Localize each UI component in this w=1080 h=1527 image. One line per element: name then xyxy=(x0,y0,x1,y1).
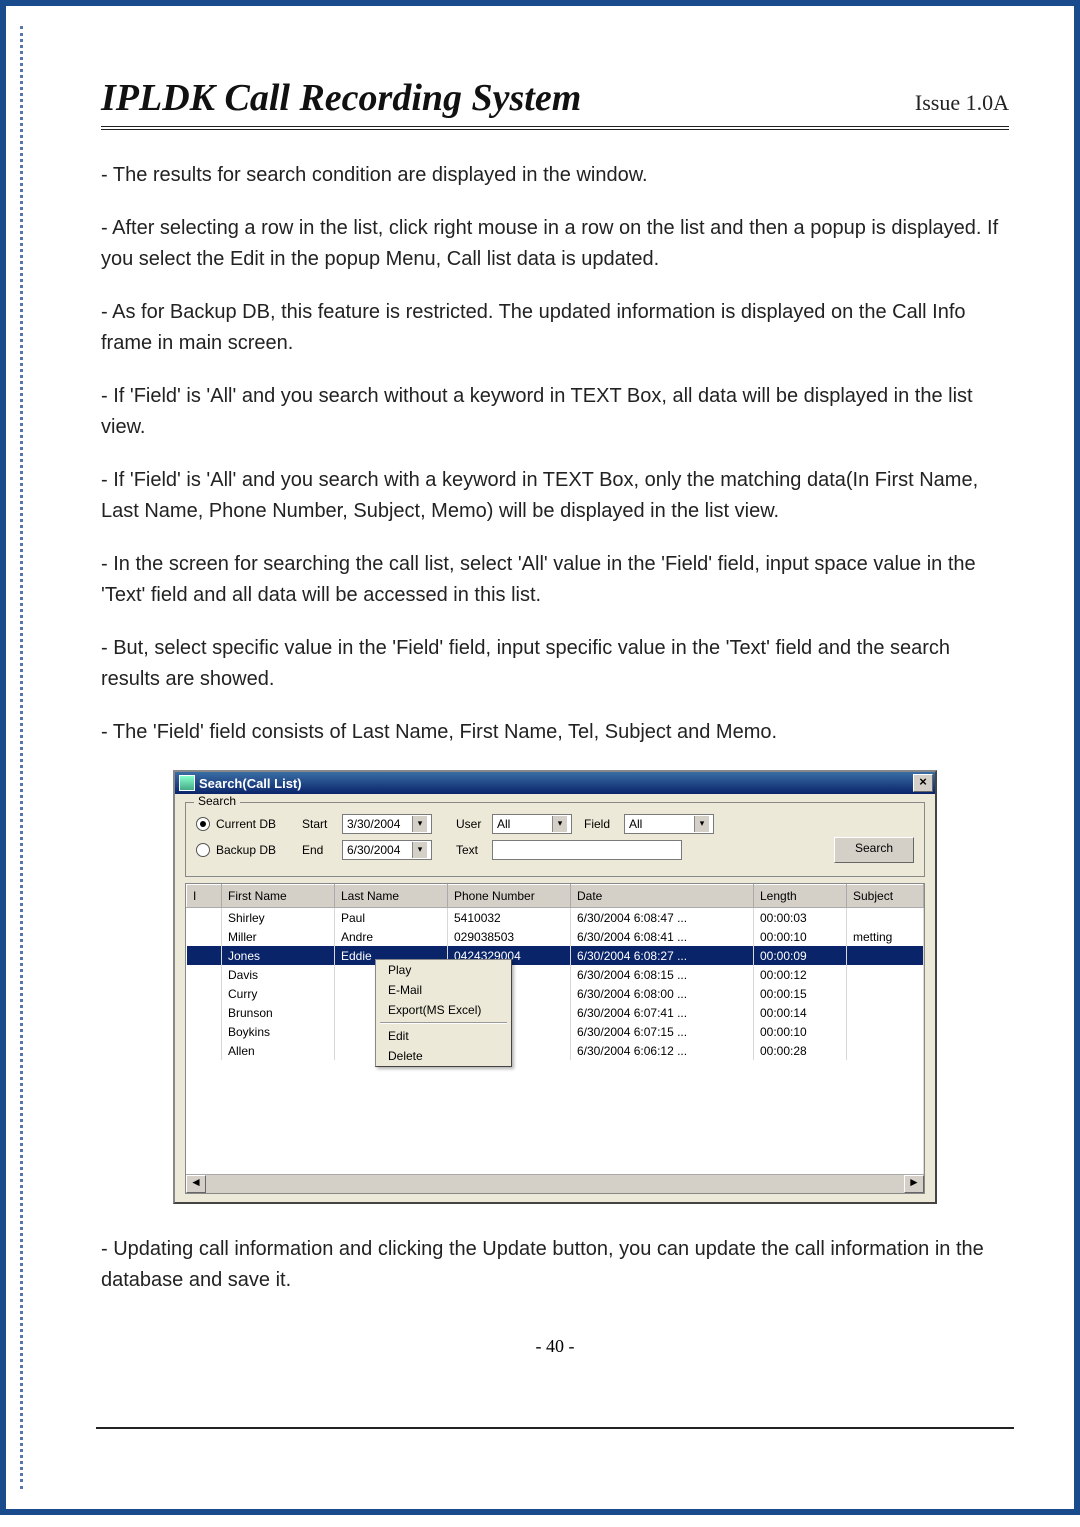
col-last-name[interactable]: Last Name xyxy=(335,885,448,908)
chevron-down-icon[interactable]: ▾ xyxy=(412,842,427,858)
chevron-down-icon[interactable]: ▾ xyxy=(412,816,427,832)
radio-current-db-label: Current DB xyxy=(216,817,296,831)
body-paragraph: - In the screen for searching the call l… xyxy=(101,549,1009,611)
menu-export[interactable]: Export(MS Excel) xyxy=(376,1000,511,1020)
table-row[interactable]: ShirleyPaul54100326/30/2004 6:08:47 ...0… xyxy=(187,908,924,928)
dialog-icon xyxy=(179,775,195,791)
footer-rule xyxy=(96,1427,1014,1429)
body-paragraph: - As for Backup DB, this feature is rest… xyxy=(101,297,1009,359)
radio-backup-db-label: Backup DB xyxy=(216,843,296,857)
context-menu[interactable]: Play E-Mail Export(MS Excel) Edit Delete xyxy=(375,959,512,1067)
scroll-left-icon[interactable]: ◄ xyxy=(186,1175,206,1193)
table-row[interactable]: MillerAndre0290385036/30/2004 6:08:41 ..… xyxy=(187,927,924,946)
menu-separator xyxy=(380,1022,507,1024)
table-row[interactable]: Boykins06/30/2004 6:07:15 ...00:00:10 xyxy=(187,1022,924,1041)
body-paragraph: - After selecting a row in the list, cli… xyxy=(101,213,1009,275)
field-label: Field xyxy=(584,817,618,831)
col-length[interactable]: Length xyxy=(754,885,847,908)
table-row[interactable]: Allen26/30/2004 6:06:12 ...00:00:28 xyxy=(187,1041,924,1060)
menu-edit[interactable]: Edit xyxy=(376,1026,511,1046)
dialog-title: Search(Call List) xyxy=(199,776,302,791)
horizontal-scrollbar[interactable]: ◄ ► xyxy=(186,1174,924,1193)
menu-delete[interactable]: Delete xyxy=(376,1046,511,1066)
col-date[interactable]: Date xyxy=(571,885,754,908)
body-paragraph: - But, select specific value in the 'Fie… xyxy=(101,633,1009,695)
text-input[interactable] xyxy=(492,840,682,860)
close-button[interactable]: × xyxy=(913,774,933,792)
col-subject[interactable]: Subject xyxy=(847,885,924,908)
document-header: IPLDK Call Recording System Issue 1.0A xyxy=(101,76,1009,130)
start-date-input[interactable]: 3/30/2004 ▾ xyxy=(342,814,432,834)
body-paragraph: - The results for search condition are d… xyxy=(101,160,1009,191)
body-paragraph: - Updating call information and clicking… xyxy=(101,1234,1009,1296)
scroll-right-icon[interactable]: ► xyxy=(904,1175,924,1193)
table-row[interactable]: Davis76/30/2004 6:08:15 ...00:00:12 xyxy=(187,965,924,984)
body-paragraph: - The 'Field' field consists of Last Nam… xyxy=(101,717,1009,748)
radio-backup-db[interactable] xyxy=(196,843,210,857)
col-i[interactable]: I xyxy=(187,885,222,908)
results-table: I First Name Last Name Phone Number Date… xyxy=(185,883,925,1194)
text-label: Text xyxy=(456,843,486,857)
col-first-name[interactable]: First Name xyxy=(222,885,335,908)
body-paragraph: - If 'Field' is 'All' and you search wit… xyxy=(101,465,1009,527)
body-paragraph: - If 'Field' is 'All' and you search wit… xyxy=(101,381,1009,443)
decorative-dotted-line xyxy=(20,26,25,1489)
search-group: Search Current DB Start 3/30/2004 ▾ User… xyxy=(185,802,925,877)
search-button[interactable]: Search xyxy=(834,837,914,863)
user-select[interactable]: All ▾ xyxy=(492,814,572,834)
field-select[interactable]: All ▾ xyxy=(624,814,714,834)
menu-email[interactable]: E-Mail xyxy=(376,980,511,1000)
table-row[interactable]: Curry6/30/2004 6:08:00 ...00:00:15 xyxy=(187,984,924,1003)
table-row[interactable]: JonesEddie04243290046/30/2004 6:08:27 ..… xyxy=(187,946,924,965)
start-label: Start xyxy=(302,817,336,831)
table-row[interactable]: Brunson6/30/2004 6:07:41 ...00:00:14 xyxy=(187,1003,924,1022)
document-issue: Issue 1.0A xyxy=(915,90,1009,116)
table-header-row: I First Name Last Name Phone Number Date… xyxy=(187,885,924,908)
dialog-titlebar[interactable]: Search(Call List) × xyxy=(175,772,935,794)
col-phone[interactable]: Phone Number xyxy=(448,885,571,908)
user-label: User xyxy=(456,817,486,831)
document-title: IPLDK Call Recording System xyxy=(101,76,581,120)
search-call-list-dialog: Search(Call List) × Search Current DB St… xyxy=(173,770,937,1204)
end-date-input[interactable]: 6/30/2004 ▾ xyxy=(342,840,432,860)
chevron-down-icon[interactable]: ▾ xyxy=(552,816,567,832)
page-number: - 40 - xyxy=(101,1336,1009,1357)
menu-play[interactable]: Play xyxy=(376,960,511,980)
search-group-label: Search xyxy=(194,794,240,808)
end-label: End xyxy=(302,843,336,857)
radio-current-db[interactable] xyxy=(196,817,210,831)
chevron-down-icon[interactable]: ▾ xyxy=(694,816,709,832)
